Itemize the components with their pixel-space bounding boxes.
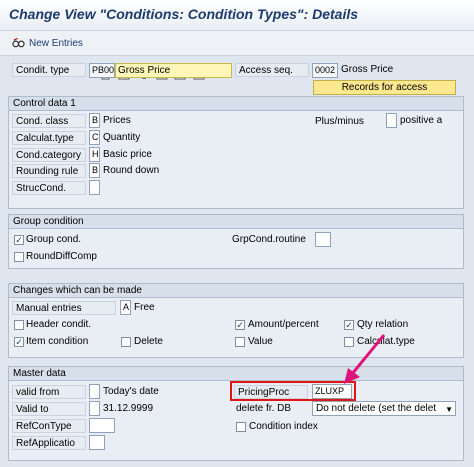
toolbar: New Entries (0, 31, 474, 79)
condition-index-checkbox[interactable] (236, 422, 246, 432)
cond-category-text: Basic price (103, 149, 152, 160)
ref-applicatio-field[interactable] (89, 435, 105, 450)
new-entries-button[interactable]: New Entries (12, 35, 83, 51)
header-condit-checkbox[interactable] (14, 320, 24, 330)
condit-type-name-field[interactable]: Gross Price (115, 63, 232, 78)
calculat-type-label: Calculat.type (12, 131, 86, 145)
annotation-arrow (344, 334, 386, 384)
round-diff-checkbox[interactable] (14, 252, 24, 262)
valid-to-label: Valid to (12, 402, 86, 416)
changes-title: Changes which can be made (9, 284, 463, 298)
amount-percent-checkbox[interactable]: ✓ (235, 320, 245, 330)
access-seq-code: 0002 (312, 63, 338, 78)
manual-entries-text: Free (134, 302, 155, 313)
delete-fr-db-value: Do not delete (set the delet (316, 403, 437, 414)
condit-type-label: Condit. type (12, 63, 86, 77)
title-bar: Change View "Conditions: Condition Types… (0, 0, 474, 31)
condition-index-label: Condition index (249, 421, 318, 432)
value-label: Value (248, 336, 273, 347)
delete-fr-db-dropdown[interactable]: Do not delete (set the delet ▼ (312, 401, 456, 416)
manual-entries-label: Manual entries (12, 301, 116, 315)
control-data-title: Control data 1 (9, 97, 463, 111)
chevron-down-icon: ▼ (445, 405, 453, 414)
valid-to-value: 31.12.9999 (103, 403, 154, 414)
ref-applicatio-label: RefApplicatio (12, 436, 86, 450)
plus-minus-label: Plus/minus (315, 116, 364, 127)
calculat-type-field[interactable]: C (89, 130, 100, 145)
amount-percent-label: Amount/percent (248, 319, 319, 330)
manual-entries-field[interactable]: A (120, 300, 131, 315)
cond-class-label: Cond. class (12, 114, 86, 128)
struc-cond-label: StrucCond. (12, 181, 86, 195)
cond-category-field[interactable]: H (89, 147, 100, 162)
access-seq-name: Gross Price (341, 64, 394, 75)
struc-cond-field[interactable] (89, 180, 100, 195)
cond-category-label: Cond.category (12, 148, 86, 162)
value-checkbox[interactable] (235, 337, 245, 347)
grp-routine-field[interactable] (315, 232, 331, 247)
cond-class-text: Prices (103, 115, 131, 126)
item-condition-label: Item condition (26, 336, 89, 347)
records-for-access-button[interactable]: Records for access (313, 80, 456, 95)
group-condition-title: Group condition (9, 215, 463, 229)
access-seq-label: Access seq. (235, 63, 309, 77)
item-condition-checkbox[interactable]: ✓ (14, 337, 24, 347)
valid-to-field[interactable] (89, 401, 100, 416)
group-cond-label: Group cond. (26, 234, 82, 245)
delete-checkbox[interactable] (121, 337, 131, 347)
delete-fr-db-label: delete fr. DB (236, 403, 292, 414)
rounding-rule-field[interactable]: B (89, 163, 100, 178)
rounding-rule-text: Round down (103, 165, 160, 176)
calculat-type-text: Quantity (103, 132, 141, 143)
grp-routine-label: GrpCond.routine (232, 234, 306, 245)
valid-from-field[interactable] (89, 384, 100, 399)
delete-label: Delete (134, 336, 163, 347)
new-entries-label: New Entries (29, 37, 83, 49)
condit-type-code: PB00 (89, 63, 115, 78)
plus-minus-text: positive a (400, 115, 443, 126)
page-title: Change View "Conditions: Condition Types… (9, 6, 359, 22)
valid-from-label: valid from (12, 385, 86, 399)
round-diff-label: RoundDiffComp (26, 251, 97, 262)
rounding-rule-label: Rounding rule (12, 164, 86, 178)
cond-class-field[interactable]: B (89, 113, 100, 128)
ref-con-type-label: RefConType (12, 419, 86, 433)
glasses-edit-icon (12, 37, 25, 50)
header-condit-label: Header condit. (26, 319, 92, 330)
valid-from-text: Today's date (103, 386, 159, 397)
qty-relation-checkbox[interactable]: ✓ (344, 320, 354, 330)
highlight-box (230, 381, 356, 401)
plus-minus-field[interactable] (386, 113, 397, 128)
master-data-title: Master data (9, 367, 463, 381)
group-cond-checkbox[interactable]: ✓ (14, 235, 24, 245)
ref-con-type-field[interactable] (89, 418, 115, 433)
